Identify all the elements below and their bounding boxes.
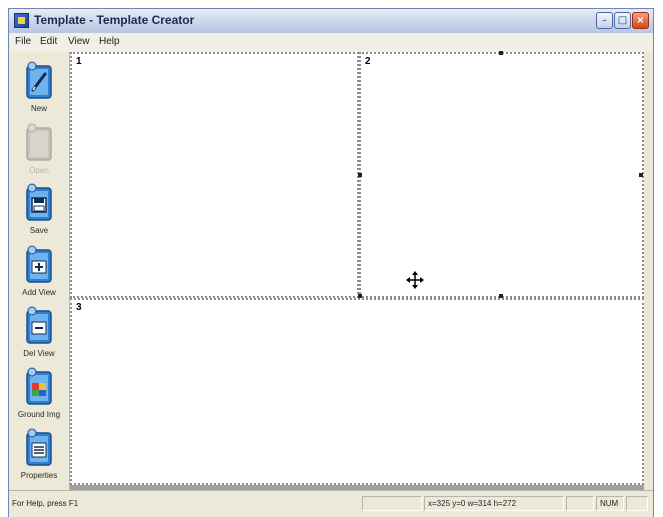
status-panel-blank <box>566 496 594 511</box>
new-button-label: New <box>30 104 47 113</box>
status-panel-scroll <box>626 496 648 511</box>
workspace-right-edge <box>644 52 653 490</box>
app-icon <box>14 13 29 28</box>
view-pane-2[interactable]: 2 <box>358 51 644 298</box>
floppy-disk-icon <box>26 183 52 221</box>
add-view-button[interactable]: Add View <box>11 244 67 302</box>
resize-handle-left[interactable] <box>358 173 362 177</box>
maximize-button[interactable]: □ <box>614 12 631 29</box>
vertical-toolbar: New Open Save Add View Del View Ground I… <box>9 52 70 490</box>
menu-edit[interactable]: Edit <box>40 36 57 47</box>
pane-1-label: 1 <box>76 56 82 67</box>
save-button[interactable]: Save <box>11 182 67 240</box>
save-button-label: Save <box>29 226 49 235</box>
status-bar: For Help, press F1 x=325 y=0 w=314 h=272… <box>9 490 653 517</box>
add-view-icon <box>26 245 52 283</box>
menu-bar: File Edit View Help <box>9 33 653 53</box>
status-help-text: For Help, press F1 <box>12 499 79 508</box>
pane-3-label: 3 <box>76 302 82 313</box>
properties-button-label: Properties <box>20 471 58 480</box>
new-button[interactable]: New <box>11 60 67 118</box>
menu-view[interactable]: View <box>68 36 90 47</box>
ground-img-button[interactable]: Ground Img <box>11 366 67 424</box>
status-coordinates: x=325 y=0 w=314 h=272 <box>424 496 564 511</box>
minimize-button[interactable]: – <box>596 12 613 29</box>
ground-img-button-label: Ground Img <box>17 410 61 419</box>
move-cursor-icon <box>406 271 424 289</box>
view-pane-3[interactable]: 3 <box>70 298 644 485</box>
open-button-label: Open <box>29 166 49 175</box>
template-workspace: 1 2 3 <box>70 51 644 490</box>
menu-file[interactable]: File <box>15 36 31 47</box>
del-view-button[interactable]: Del View <box>11 305 67 363</box>
menu-help[interactable]: Help <box>99 36 120 47</box>
image-icon <box>26 367 52 405</box>
open-button[interactable]: Open <box>11 122 67 180</box>
status-num-lock: NUM <box>596 496 624 511</box>
view-pane-1[interactable]: 1 <box>70 52 359 298</box>
resize-handle-top[interactable] <box>499 51 503 55</box>
properties-button[interactable]: Properties <box>11 427 67 485</box>
add-view-button-label: Add View <box>22 288 56 297</box>
close-button[interactable]: × <box>632 12 649 29</box>
window-title: Template - Template Creator <box>34 13 195 27</box>
pane-2-label: 2 <box>365 56 371 67</box>
app-window: Template - Template Creator – □ × File E… <box>8 8 654 517</box>
pen-icon <box>26 61 52 99</box>
delete-view-icon <box>26 306 52 344</box>
resize-handle-right[interactable] <box>639 173 643 177</box>
folder-icon <box>26 123 52 161</box>
properties-icon <box>26 428 52 466</box>
title-bar[interactable]: Template - Template Creator – □ × <box>9 9 653 34</box>
status-panel-empty <box>362 496 422 511</box>
del-view-button-label: Del View <box>23 349 55 358</box>
